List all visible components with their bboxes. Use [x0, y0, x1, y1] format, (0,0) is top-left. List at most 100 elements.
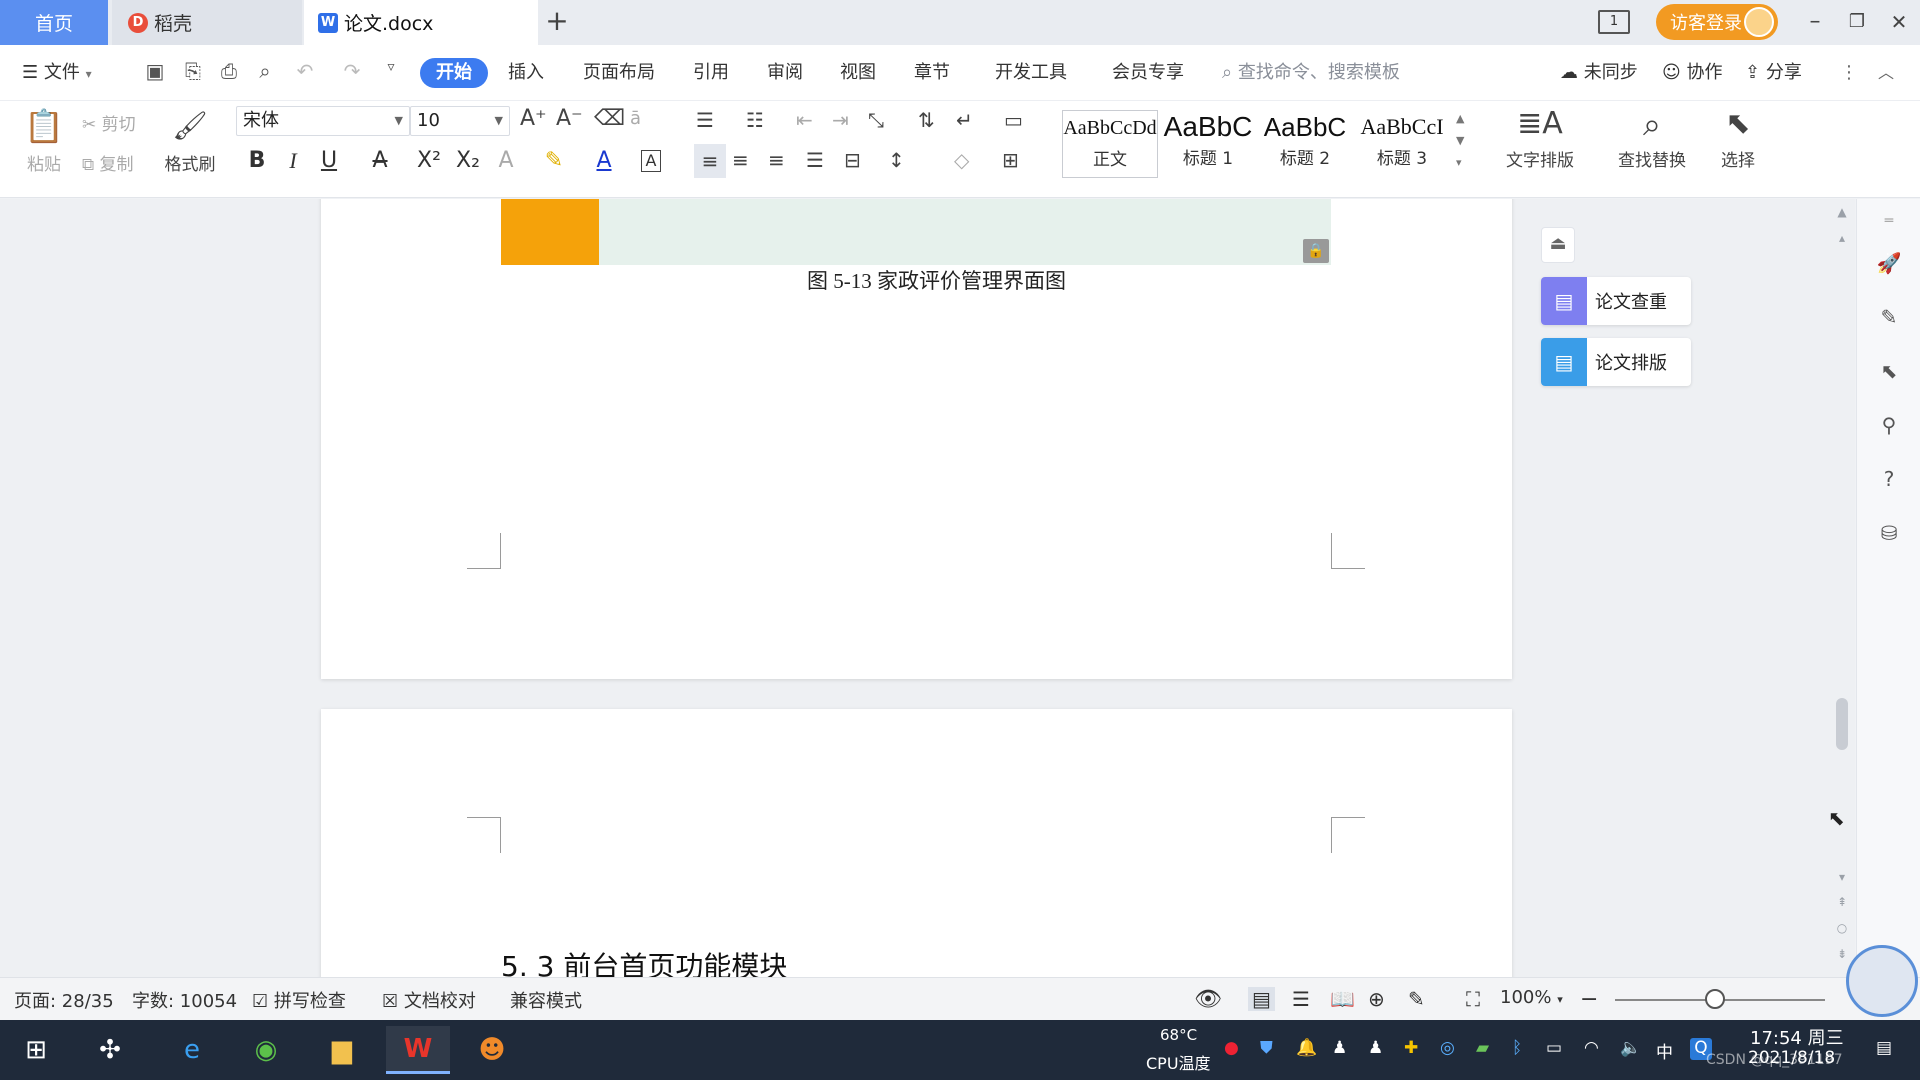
word-count[interactable]: 字数: 10054: [132, 987, 237, 1013]
borders-icon[interactable]: ⊞: [1002, 148, 1019, 172]
tab-home[interactable]: 首页: [0, 0, 108, 45]
collapse-panel-icon[interactable]: ⏏: [1541, 227, 1575, 263]
assistant-robot-icon[interactable]: [1846, 945, 1918, 1017]
window-layout-icon[interactable]: 1: [1598, 10, 1630, 34]
fit-page-icon[interactable]: ⛶: [1466, 987, 1480, 1011]
qq-penguin-icon[interactable]: ♟: [1332, 1038, 1347, 1058]
browser-360-icon[interactable]: ◉: [234, 1026, 298, 1074]
print-preview-icon[interactable]: ⌕: [251, 59, 279, 83]
tab-view[interactable]: 视图: [840, 58, 876, 88]
underline-icon[interactable]: U: [315, 148, 343, 173]
decrease-indent-icon[interactable]: ⇤: [796, 108, 813, 132]
new-tab-button[interactable]: +: [542, 7, 572, 37]
wifi-icon[interactable]: ◠: [1584, 1038, 1599, 1058]
superscript-icon[interactable]: X²: [415, 148, 443, 173]
file-menu[interactable]: ☰ 文件 ▾: [22, 58, 92, 88]
style-heading-3[interactable]: AaBbCcI 标题 3: [1354, 110, 1450, 178]
file-explorer-icon[interactable]: ▆: [310, 1026, 374, 1074]
ie-browser-icon[interactable]: e: [160, 1026, 224, 1074]
pinwheel-app-icon[interactable]: ✣: [78, 1026, 142, 1074]
undo-icon[interactable]: ↶: [291, 59, 319, 83]
copy-button[interactable]: ⧉ 复制: [82, 150, 134, 175]
redo-icon[interactable]: ↷: [338, 59, 366, 83]
strikethrough-icon[interactable]: A: [366, 148, 394, 173]
spell-check-button[interactable]: ☑ 拼写检查: [252, 987, 346, 1013]
windows-start-icon[interactable]: ⊞: [4, 1026, 68, 1074]
close-button[interactable]: ✕: [1884, 8, 1914, 36]
bold-icon[interactable]: B: [243, 148, 271, 173]
backup-icon[interactable]: ⛁: [1875, 519, 1903, 547]
paper-layout-button[interactable]: ▤ 论文排版: [1541, 338, 1691, 386]
paper-check-button[interactable]: ▤ 论文查重: [1541, 277, 1691, 325]
next-page-icon[interactable]: ⇟: [1833, 945, 1851, 963]
increase-indent-icon[interactable]: ⇥: [832, 108, 849, 132]
zoom-out-icon[interactable]: −: [1580, 987, 1598, 1012]
align-left-icon[interactable]: ≡: [694, 144, 726, 178]
numbered-list-icon[interactable]: ☷: [746, 108, 764, 132]
align-right-icon[interactable]: ≡: [768, 148, 785, 172]
scrollbar-thumb[interactable]: [1836, 698, 1848, 750]
help-icon[interactable]: ?: [1875, 465, 1903, 493]
wps-office-icon[interactable]: W: [386, 1026, 450, 1074]
scroll-down-icon[interactable]: ▾: [1833, 868, 1851, 886]
write-mode-icon[interactable]: ✎: [1408, 987, 1425, 1011]
restore-button[interactable]: ❐: [1842, 8, 1872, 36]
zoom-level[interactable]: 100% ▾: [1500, 987, 1563, 1008]
document-page[interactable]: 🔒 图 5-13 家政评价管理界面图: [321, 199, 1512, 679]
grow-font-icon[interactable]: A⁺: [520, 106, 547, 131]
bullet-list-icon[interactable]: ☰: [696, 108, 714, 132]
scroll-top-icon[interactable]: ▲: [1833, 203, 1851, 221]
document-page[interactable]: 5. 3 前台首页功能模块: [321, 709, 1512, 977]
line-break-icon[interactable]: ↵: [956, 108, 973, 132]
app-face-icon[interactable]: ☻: [460, 1026, 524, 1074]
tab-chapter[interactable]: 章节: [914, 58, 950, 88]
paste-button[interactable]: 📋 粘贴: [16, 106, 72, 175]
minimize-button[interactable]: –: [1800, 8, 1830, 36]
tray-plus-icon[interactable]: ✚: [1404, 1038, 1418, 1058]
vertical-scrollbar[interactable]: ▲ ▴ ▾ ⇞ ○ ⇟: [1829, 203, 1855, 973]
collapse-ribbon-icon[interactable]: ︿: [1878, 58, 1894, 88]
prev-page-icon[interactable]: ⇞: [1833, 893, 1851, 911]
tab-start[interactable]: 开始: [420, 58, 488, 88]
page-indicator[interactable]: 页面: 28/35: [14, 987, 114, 1013]
char-border-icon[interactable]: A: [641, 150, 661, 172]
pointer-icon[interactable]: ⬉: [1875, 357, 1903, 385]
save-icon[interactable]: ▣: [141, 59, 169, 83]
font-name-select[interactable]: 宋体 ▼: [236, 106, 410, 136]
input-method-indicator[interactable]: 中: [1656, 1038, 1673, 1063]
style-normal[interactable]: AaBbCcDd 正文: [1062, 110, 1158, 178]
text-direction-icon[interactable]: ⤡: [868, 108, 884, 132]
phonetic-guide-icon[interactable]: ā: [630, 108, 641, 129]
nvidia-icon[interactable]: ▰: [1476, 1038, 1489, 1058]
shield-icon[interactable]: ⛊: [1260, 1038, 1273, 1058]
find-replace-button[interactable]: ⌕ 查找替换: [1602, 104, 1702, 171]
shrink-font-icon[interactable]: A⁻: [556, 106, 583, 131]
clock-time[interactable]: 17:54 周三: [1750, 1024, 1844, 1050]
export-icon[interactable]: ⎘: [179, 59, 207, 83]
highlight-icon[interactable]: ✎: [540, 148, 568, 173]
tab-review[interactable]: 审阅: [767, 58, 803, 88]
sync-status[interactable]: ☁ 未同步: [1560, 58, 1638, 88]
doc-proofread-button[interactable]: ☒ 文档校对: [382, 987, 476, 1013]
notification-center-icon[interactable]: ▤: [1876, 1038, 1892, 1058]
subscript-icon[interactable]: X₂: [454, 148, 482, 173]
justify-icon[interactable]: ☰: [806, 148, 824, 172]
rocket-icon[interactable]: 🚀: [1875, 249, 1903, 277]
volume-icon[interactable]: 🔈: [1620, 1038, 1641, 1058]
select-browse-object-icon[interactable]: ○: [1833, 919, 1851, 937]
scroll-up-icon[interactable]: ▴: [1833, 229, 1851, 247]
bell-icon[interactable]: 🔔: [1296, 1038, 1317, 1058]
zoom-slider-handle[interactable]: [1705, 989, 1725, 1009]
tray-cloud-icon[interactable]: ◎: [1440, 1038, 1455, 1058]
tab-insert[interactable]: 插入: [508, 58, 544, 88]
tray-app-icon[interactable]: ●: [1224, 1038, 1239, 1058]
tab-document[interactable]: W 论文.docx: [304, 0, 538, 45]
sort-icon[interactable]: ⇅: [918, 108, 935, 132]
text-effect-icon[interactable]: A: [492, 148, 520, 173]
format-painter-button[interactable]: 🖌 格式刷: [160, 106, 220, 175]
share-button[interactable]: ⇪ 分享: [1745, 58, 1802, 88]
battery-icon[interactable]: ▭: [1546, 1038, 1562, 1058]
select-button[interactable]: ⬉ 选择: [1706, 104, 1770, 171]
embedded-screenshot-image[interactable]: 🔒: [501, 199, 1331, 265]
style-heading-1[interactable]: AaBbC 标题 1: [1160, 110, 1256, 178]
